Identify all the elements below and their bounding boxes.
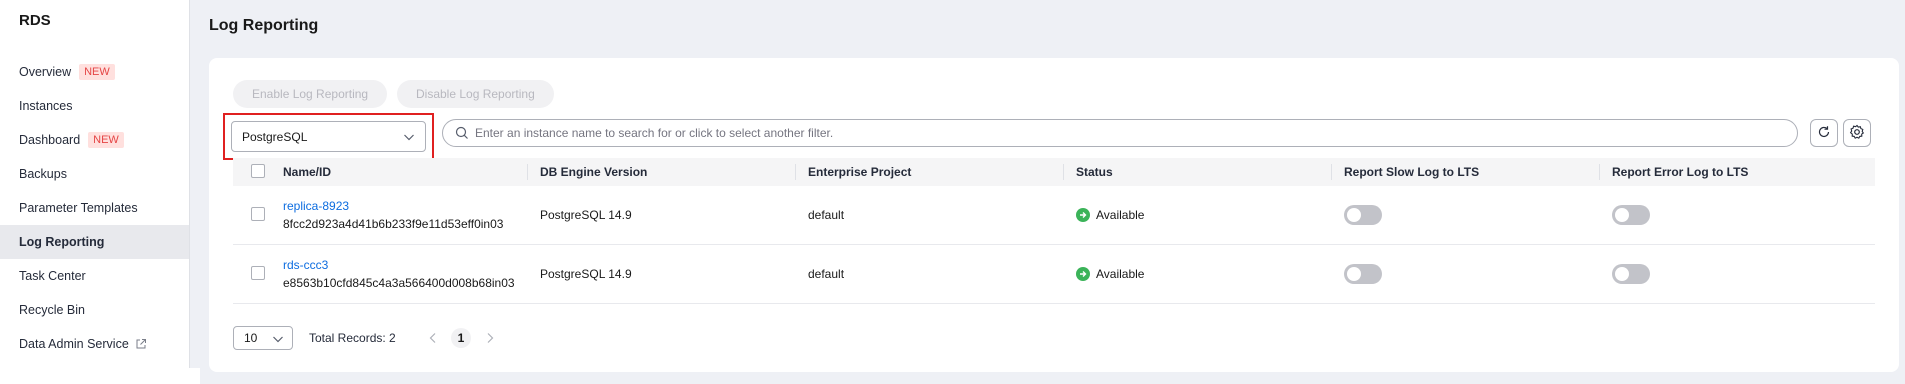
search-icon	[455, 126, 469, 140]
sidebar-item-log-reporting[interactable]: Log Reporting	[0, 225, 189, 259]
search-bar[interactable]	[442, 119, 1798, 147]
sidebar-item-backups[interactable]: Backups	[0, 157, 189, 191]
sidebar-item-instances[interactable]: Instances	[0, 89, 189, 123]
gear-icon	[1849, 124, 1865, 143]
previous-page-icon[interactable]	[427, 331, 439, 345]
column-header: Status	[1063, 164, 1331, 180]
sidebar-item-label: Instances	[19, 99, 73, 113]
sidebar-item-label: Dashboard	[19, 133, 81, 147]
instances-table: Name/ID DB Engine Version Enterprise Pro…	[233, 158, 1875, 304]
main-panel: Enable Log Reporting Disable Log Reporti…	[209, 58, 1899, 372]
disable-log-reporting-button[interactable]: Disable Log Reporting	[397, 80, 554, 108]
column-header: Report Slow Log to LTS	[1331, 164, 1599, 180]
table-header: Name/ID DB Engine Version Enterprise Pro…	[233, 158, 1875, 186]
page-size-select[interactable]: 10	[233, 326, 293, 350]
engine-select-value: PostgreSQL	[242, 129, 308, 144]
sidebar: RDS Overview NEW Instances Dashboard NEW…	[0, 0, 189, 384]
sidebar-divider	[189, 0, 190, 372]
status-available-icon	[1076, 208, 1090, 222]
sidebar-item-label: Recycle Bin	[19, 303, 85, 317]
chevron-down-icon	[403, 131, 415, 143]
sidebar-item-label: Log Reporting	[19, 235, 105, 249]
settings-button[interactable]	[1843, 119, 1871, 147]
table-row: rds-ccc3 e8563b10cfd845c4a3a566400d008b6…	[233, 245, 1875, 304]
sidebar-item-dashboard[interactable]: Dashboard NEW	[0, 123, 189, 157]
status-badge: Available	[1076, 208, 1331, 222]
sidebar-item-label: Data Admin Service	[19, 337, 129, 351]
db-engine-version: PostgreSQL 14.9	[540, 267, 632, 281]
instance-id: 8fcc2d923a4d41b6b233f9e11d53eff0in03	[283, 217, 504, 231]
instance-name-link[interactable]: rds-ccc3	[283, 258, 527, 272]
slow-log-toggle[interactable]	[1344, 264, 1382, 284]
refresh-icon	[1817, 125, 1831, 142]
table-row: replica-8923 8fcc2d923a4d41b6b233f9e11d5…	[233, 186, 1875, 245]
status-text: Available	[1096, 267, 1145, 281]
error-log-toggle[interactable]	[1612, 205, 1650, 225]
sidebar-item-parameter-templates[interactable]: Parameter Templates	[0, 191, 189, 225]
sidebar-item-data-admin-service[interactable]: Data Admin Service	[0, 327, 189, 361]
new-badge: NEW	[79, 64, 115, 80]
column-header: Enterprise Project	[795, 164, 1063, 180]
page-title: Log Reporting	[209, 17, 319, 34]
sidebar-item-overview[interactable]: Overview NEW	[0, 55, 189, 89]
status-text: Available	[1096, 208, 1145, 222]
refresh-button[interactable]	[1810, 119, 1838, 147]
status-badge: Available	[1076, 267, 1331, 281]
sidebar-item-label: Task Center	[19, 269, 86, 283]
engine-select[interactable]: PostgreSQL	[231, 121, 426, 152]
page-size-value: 10	[244, 331, 258, 345]
column-header: DB Engine Version	[527, 164, 795, 180]
status-available-icon	[1076, 267, 1090, 281]
error-log-toggle[interactable]	[1612, 264, 1650, 284]
engine-select-highlight: PostgreSQL	[223, 113, 434, 160]
sidebar-item-task-center[interactable]: Task Center	[0, 259, 189, 293]
external-link-icon	[135, 338, 147, 350]
sidebar-item-label: Backups	[19, 167, 67, 181]
chevron-down-icon	[272, 333, 284, 345]
sidebar-item-recycle-bin[interactable]: Recycle Bin	[0, 293, 189, 327]
column-header: Name/ID	[283, 165, 332, 179]
brand-title: RDS	[19, 12, 51, 29]
db-engine-version: PostgreSQL 14.9	[540, 208, 632, 222]
sidebar-footer	[0, 368, 200, 384]
sidebar-nav: Overview NEW Instances Dashboard NEW Bac…	[0, 55, 189, 361]
enable-log-reporting-button[interactable]: Enable Log Reporting	[233, 80, 388, 108]
sidebar-item-label: Parameter Templates	[19, 201, 138, 215]
page-number-current[interactable]: 1	[451, 328, 471, 348]
total-records: Total Records: 2	[309, 331, 396, 345]
next-page-icon[interactable]	[484, 331, 496, 345]
instance-name-link[interactable]: replica-8923	[283, 199, 527, 213]
instance-id: e8563b10cfd845c4a3a566400d008b68in03	[283, 276, 515, 290]
enterprise-project: default	[808, 267, 845, 281]
column-header: Report Error Log to LTS	[1599, 164, 1875, 180]
slow-log-toggle[interactable]	[1344, 205, 1382, 225]
new-badge: NEW	[88, 132, 124, 148]
search-input[interactable]	[475, 126, 1797, 140]
sidebar-item-label: Overview	[19, 65, 72, 79]
enterprise-project: default	[808, 208, 845, 222]
